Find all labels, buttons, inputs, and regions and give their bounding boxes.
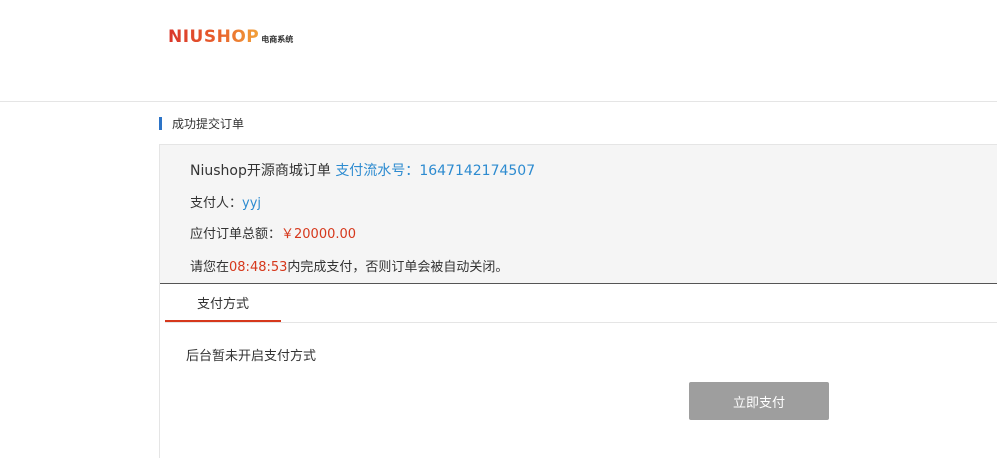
- order-name: Niushop开源商城订单: [190, 163, 331, 179]
- payer-name: yyj: [242, 196, 262, 211]
- pay-now-button[interactable]: 立即支付: [689, 382, 829, 420]
- payment-tabs: 支付方式: [165, 284, 997, 323]
- amount-row: 应付订单总额：￥20000.00: [190, 223, 356, 242]
- amount-label: 应付订单总额：: [190, 227, 282, 242]
- section-title: 成功提交订单: [172, 116, 245, 131]
- serial-number: 1647142174507: [419, 163, 536, 179]
- order-name-row: Niushop开源商城订单 支付流水号：1647142174507: [190, 160, 535, 180]
- logo-wordmark: NIUSHOP: [168, 27, 260, 47]
- section-header: 成功提交订单: [159, 116, 245, 131]
- amount-value: ￥20000.00: [281, 227, 357, 242]
- order-panel: Niushop开源商城订单 支付流水号：1647142174507 支付人：yy…: [159, 144, 997, 458]
- order-info-box: Niushop开源商城订单 支付流水号：1647142174507 支付人：yy…: [160, 144, 997, 284]
- logo[interactable]: NIUSHOP 电商系统: [168, 28, 293, 46]
- tab-payment-method[interactable]: 支付方式: [165, 284, 281, 322]
- section-accent-bar: [159, 116, 162, 130]
- no-payment-method-message: 后台暂未开启支付方式: [186, 349, 317, 364]
- serial-label: 支付流水号：: [335, 163, 420, 179]
- payer-label: 支付人：: [190, 196, 243, 211]
- deadline-countdown: 08:48:53: [229, 260, 288, 275]
- deadline-suffix: 内完成支付，否则订单会被自动关闭。: [287, 260, 509, 275]
- payer-row: 支付人：yyj: [190, 192, 261, 211]
- logo-subtitle: 电商系统: [261, 35, 294, 44]
- deadline-prefix: 请您在: [190, 260, 230, 275]
- deadline-row: 请您在08:48:53内完成支付，否则订单会被自动关闭。: [190, 256, 508, 275]
- site-header: NIUSHOP 电商系统: [0, 0, 997, 102]
